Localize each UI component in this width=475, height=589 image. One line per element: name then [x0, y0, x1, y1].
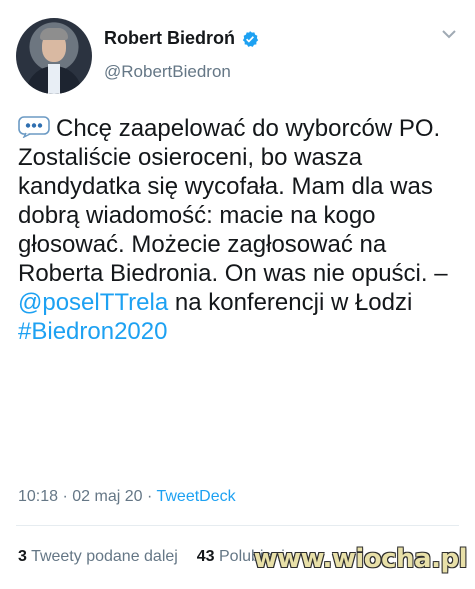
- author-handle[interactable]: @RobertBiedron: [104, 62, 231, 82]
- meta-separator: ·: [147, 488, 153, 505]
- speech-balloon-icon: [18, 116, 50, 138]
- chevron-down-icon[interactable]: [439, 24, 459, 44]
- meta-separator: ·: [62, 488, 68, 505]
- author-name-row: Robert Biedroń: [104, 28, 259, 49]
- likes-count[interactable]: 43: [197, 548, 215, 565]
- tweet-metadata: 10:18 · 02 maj 20 · TweetDeck: [18, 488, 236, 506]
- retweets-count[interactable]: 3: [18, 548, 27, 565]
- tweet-stats: 3 Tweety podane dalej 43 Polubienia: [18, 548, 294, 566]
- author-display-name[interactable]: Robert Biedroń: [104, 28, 235, 49]
- watermark: www.wiocha.pl: [253, 544, 468, 574]
- divider: [16, 525, 459, 526]
- hashtag-link[interactable]: #Biedron2020: [18, 318, 167, 345]
- tweet-text-part1: Chcę zaapelować do wyborców PO. Zostaliś…: [18, 115, 448, 287]
- author-avatar[interactable]: [16, 18, 92, 94]
- avatar-hair: [40, 28, 68, 40]
- tweet-text-part2: na konferencji w Łodzi: [168, 289, 413, 316]
- avatar-shirt: [48, 64, 60, 94]
- retweets-label[interactable]: Tweety podane dalej: [31, 548, 178, 565]
- tweet-header: Robert Biedroń @RobertBiedron: [16, 18, 459, 98]
- tweet-source-link[interactable]: TweetDeck: [156, 488, 235, 505]
- tweet-text: Chcę zaapelować do wyborców PO. Zostaliś…: [18, 114, 458, 346]
- tweet-time[interactable]: 10:18: [18, 488, 58, 505]
- mention-link[interactable]: @poselTTrela: [18, 289, 168, 316]
- verified-badge-icon: [242, 30, 259, 47]
- tweet-date[interactable]: 02 maj 20: [72, 488, 142, 505]
